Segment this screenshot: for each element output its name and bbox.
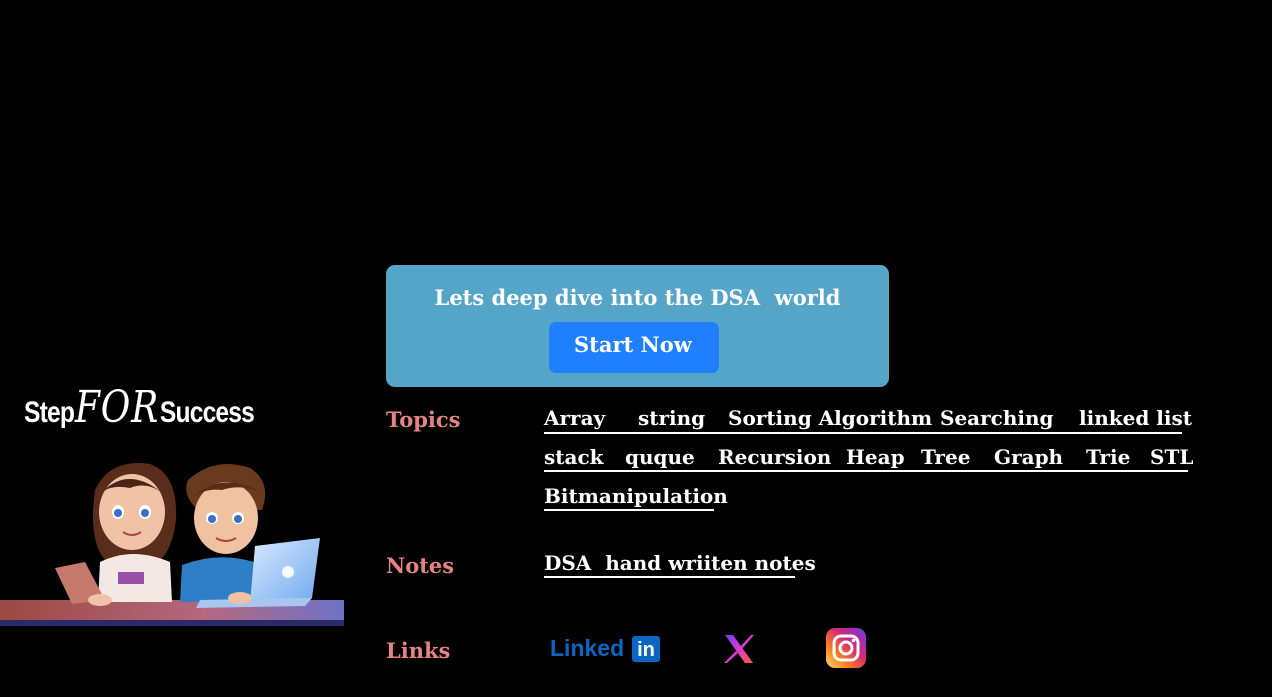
dsa-notes-link[interactable]: DSA hand wriiten notes bbox=[544, 551, 816, 575]
linkedin-icon[interactable]: Linked in bbox=[550, 634, 662, 664]
brand-for: FOR bbox=[74, 382, 160, 433]
topics-row1-underline bbox=[544, 432, 1182, 434]
brand-success: Success bbox=[159, 396, 255, 429]
topic-link-array[interactable]: Array bbox=[544, 406, 605, 430]
topic-link-stl[interactable]: STL bbox=[1150, 445, 1193, 469]
notes-label: Notes bbox=[386, 553, 455, 578]
x-icon[interactable] bbox=[722, 632, 756, 666]
brand-step: Step bbox=[24, 396, 75, 429]
kids-laptop-illustration bbox=[0, 463, 344, 626]
topics-label: Topics bbox=[386, 407, 461, 432]
topic-link-recursion[interactable]: Recursion bbox=[718, 445, 831, 469]
topic-link-queue[interactable]: quque bbox=[625, 445, 695, 469]
linkedin-wordmark: Linked bbox=[550, 635, 625, 661]
topic-link-tree[interactable]: Tree bbox=[921, 445, 970, 469]
instagram-icon[interactable] bbox=[826, 628, 866, 668]
topic-link-bitmanipulation[interactable]: Bitmanipulation bbox=[544, 484, 728, 508]
topic-link-graph[interactable]: Graph bbox=[994, 445, 1063, 469]
topic-link-sorting-algorithm[interactable]: Sorting Algorithm bbox=[728, 406, 932, 430]
topics-row3-underline bbox=[544, 509, 714, 511]
start-now-button[interactable]: Start Now bbox=[549, 322, 719, 373]
notes-underline bbox=[544, 576, 795, 578]
topic-link-heap[interactable]: Heap bbox=[846, 445, 905, 469]
links-label: Links bbox=[386, 638, 451, 663]
topic-link-stack[interactable]: stack bbox=[544, 445, 604, 469]
linkedin-in-box: in bbox=[632, 636, 660, 662]
topic-link-string[interactable]: string bbox=[638, 406, 705, 430]
banner-headline: Lets deep dive into the DSA world bbox=[434, 285, 841, 310]
topic-link-linked-list[interactable]: linked list bbox=[1079, 406, 1192, 430]
topic-link-searching[interactable]: Searching bbox=[940, 406, 1054, 430]
brand-logo: StepFORSuccess bbox=[24, 382, 255, 433]
topics-row2-underline bbox=[544, 470, 1188, 472]
hero-banner: Lets deep dive into the DSA world Start … bbox=[386, 265, 889, 387]
topic-link-trie[interactable]: Trie bbox=[1086, 445, 1130, 469]
